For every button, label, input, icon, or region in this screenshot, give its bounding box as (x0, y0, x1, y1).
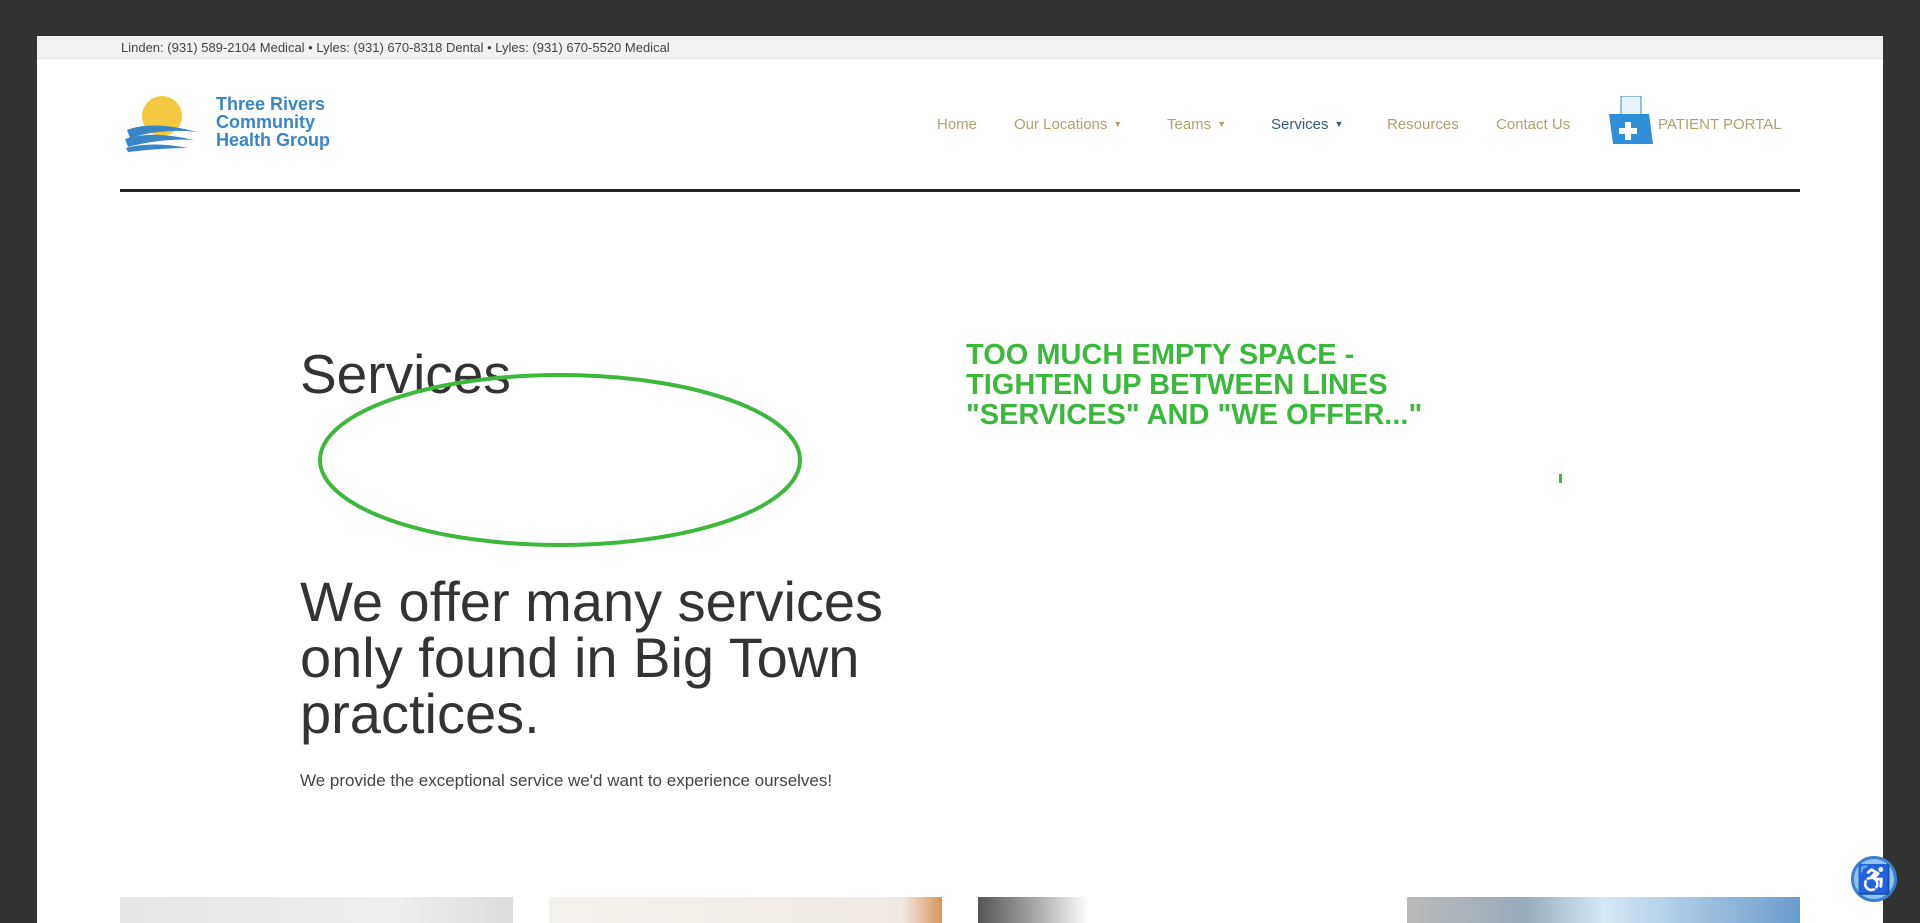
caret-down-icon: ▼ (1113, 119, 1123, 129)
nav-label: Teams (1167, 116, 1212, 133)
nav-label: Our Locations (1014, 116, 1108, 133)
contact-bar: Linden: (931) 589-2104 Medical • Lyles: … (37, 36, 1883, 59)
logo-line: Three Rivers (216, 94, 326, 114)
accessibility-button[interactable]: ♿ (1851, 856, 1897, 902)
nav-resources[interactable]: Resources (1387, 116, 1459, 133)
header-divider (120, 189, 1800, 192)
main-nav: Home Our Locations ▼ Teams ▼ Services ▼ Res… (37, 96, 1883, 144)
nav-label: Services (1271, 116, 1329, 133)
nav-patient-portal[interactable]: PATIENT PORTAL (1658, 116, 1782, 133)
service-card-image[interactable] (978, 897, 1371, 923)
nav-services[interactable]: Services ▼ (1271, 116, 1343, 133)
services-heading: We offer many services only found in Big… (300, 570, 884, 745)
service-card-image[interactable] (549, 897, 942, 923)
service-card-image[interactable] (120, 897, 513, 923)
annotation-note: TOO MUCH EMPTY SPACE - TIGHTEN UP BETWEE… (966, 339, 1423, 431)
patient-folder-icon[interactable] (1609, 96, 1655, 144)
nav-teams[interactable]: Teams ▼ (1167, 116, 1226, 133)
caret-down-icon: ▼ (1334, 119, 1344, 129)
caret-down-icon: ▼ (1217, 119, 1227, 129)
nav-contact-us[interactable]: Contact Us (1496, 116, 1570, 133)
nav-home[interactable]: Home (937, 116, 977, 133)
annotation-ellipse (318, 373, 802, 547)
service-card-image[interactable] (1407, 897, 1800, 923)
services-subtext: We provide the exceptional service we'd … (300, 771, 833, 790)
nav-our-locations[interactable]: Our Locations ▼ (1014, 116, 1122, 133)
annotation-mark (1559, 474, 1562, 483)
page: Linden: (931) 589-2104 Medical • Lyles: … (37, 36, 1883, 923)
accessibility-icon: ♿ (1856, 863, 1892, 895)
